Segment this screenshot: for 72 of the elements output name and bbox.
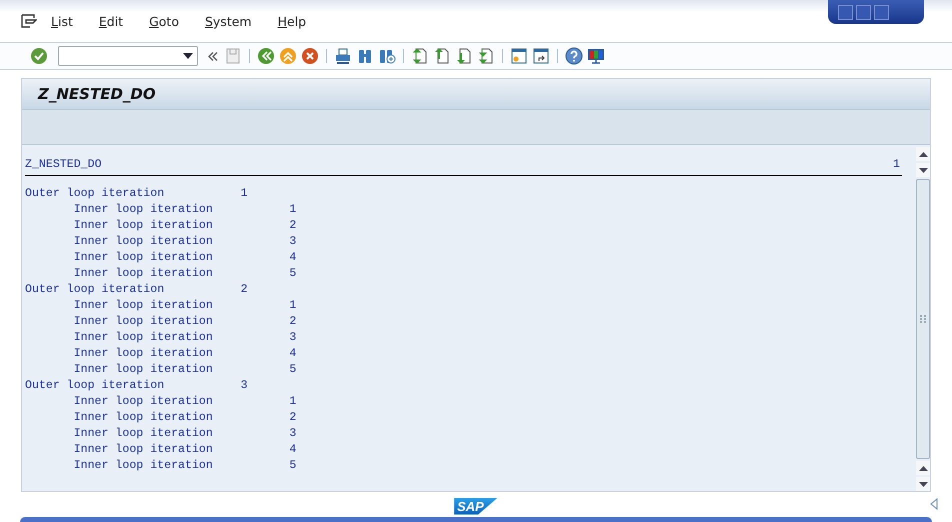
line-label: Inner loop iteration xyxy=(74,442,214,456)
line-label: Inner loop iteration xyxy=(74,346,214,360)
line-label: Inner loop iteration xyxy=(74,410,214,424)
grip-icon xyxy=(920,315,926,323)
line-value: 4 xyxy=(289,250,296,264)
menu-item[interactable]: Edit xyxy=(98,12,124,30)
line-label: Inner loop iteration xyxy=(74,202,214,216)
line-label: Inner loop iteration xyxy=(74,394,214,408)
line-value: 3 xyxy=(289,234,296,248)
scroll-down-button[interactable] xyxy=(916,163,930,177)
line-value: 2 xyxy=(289,218,296,232)
line-value: 2 xyxy=(289,410,296,424)
line-label: Outer loop iteration xyxy=(25,378,166,392)
line-label: Inner loop iteration xyxy=(74,330,214,344)
up-arrow-icon xyxy=(918,466,928,470)
line-label: Inner loop iteration xyxy=(74,218,214,232)
enter-icon[interactable] xyxy=(30,47,48,65)
menu-item[interactable]: List xyxy=(51,12,73,30)
line-value: 1 xyxy=(289,394,296,408)
first-page-icon[interactable] xyxy=(411,47,429,65)
line-value: 3 xyxy=(240,378,248,392)
line-value: 2 xyxy=(289,314,296,328)
shortcut-icon[interactable] xyxy=(532,47,550,65)
line-value: 1 xyxy=(240,186,248,200)
line-label: Inner loop iteration xyxy=(74,234,214,248)
cancel-icon[interactable] xyxy=(301,47,319,65)
line-value: 1 xyxy=(289,298,296,312)
back-icon[interactable] xyxy=(257,47,275,65)
scroll-down-button[interactable] xyxy=(916,477,930,491)
line-value: 2 xyxy=(240,282,248,296)
line-value: 1 xyxy=(289,202,296,216)
next-page-icon[interactable] xyxy=(455,47,473,65)
collapse-status-icon[interactable] xyxy=(930,498,938,510)
printer-icon[interactable] xyxy=(334,47,352,65)
line-label: Inner loop iteration xyxy=(74,426,214,440)
collapse-icon[interactable] xyxy=(208,52,218,60)
line-label: Inner loop iteration xyxy=(74,458,214,472)
menu-item[interactable]: Help xyxy=(278,12,306,30)
scroll-up-button[interactable] xyxy=(916,461,930,475)
up-arrow-icon xyxy=(918,152,928,156)
dropdown-icon xyxy=(183,53,193,59)
monitor-icon[interactable] xyxy=(587,47,605,65)
previous-page-icon[interactable] xyxy=(433,47,451,65)
last-page-icon[interactable] xyxy=(477,47,495,65)
line-value: 5 xyxy=(289,266,296,280)
line-value: 3 xyxy=(289,330,296,344)
line-value: 4 xyxy=(289,346,296,360)
page-number: 1 xyxy=(893,158,900,170)
help-icon[interactable] xyxy=(565,47,583,65)
down-arrow-icon xyxy=(918,482,928,486)
logo: SAP xyxy=(454,498,498,514)
line-value: 4 xyxy=(289,442,296,456)
line-label: Inner loop iteration xyxy=(74,362,214,376)
screen-title: Z_NESTED_DO xyxy=(38,85,156,103)
new-window-icon[interactable] xyxy=(510,47,528,65)
line-label: Inner loop iteration xyxy=(74,314,214,328)
menu-item[interactable]: System xyxy=(204,12,252,30)
menu-icon[interactable] xyxy=(21,14,37,28)
list-header: Z_NESTED_DO xyxy=(25,158,102,170)
line-label: Inner loop iteration xyxy=(74,298,214,312)
line-label: Outer loop iteration xyxy=(25,282,166,296)
menu-item[interactable]: Goto xyxy=(149,12,179,30)
line-value: 3 xyxy=(289,426,296,440)
line-label: Inner loop iteration xyxy=(74,250,214,264)
down-arrow-icon xyxy=(918,168,928,172)
line-label: Inner loop iteration xyxy=(74,266,214,280)
scroll-thumb[interactable] xyxy=(916,179,930,459)
line-label: Outer loop iteration xyxy=(25,186,166,200)
command-field[interactable] xyxy=(58,46,198,66)
line-value: 5 xyxy=(289,458,296,472)
line-value: 5 xyxy=(289,362,296,376)
scroll-up-button[interactable] xyxy=(916,147,930,161)
